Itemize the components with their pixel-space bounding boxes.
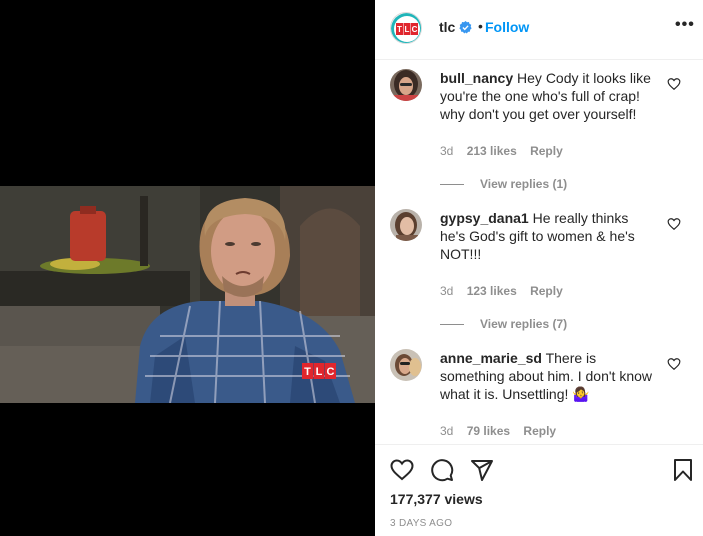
comment-body: anne_marie_sd There is something about h… <box>440 349 655 403</box>
view-replies-button[interactable]: View replies (7) <box>440 317 567 331</box>
svg-text:L: L <box>316 366 323 378</box>
comment-age: 3d <box>440 144 454 158</box>
comment-username[interactable]: bull_nancy <box>440 70 513 86</box>
comment-username[interactable]: gypsy_dana1 <box>440 210 529 226</box>
svg-text:C: C <box>412 25 418 34</box>
share-icon[interactable] <box>470 458 494 482</box>
post-media-area: T L C <box>0 0 375 536</box>
view-replies-button[interactable]: View replies (1) <box>440 177 567 191</box>
view-replies-label: View replies (1) <box>480 177 568 191</box>
comment-body: gypsy_dana1 He really thinks he's God's … <box>440 209 655 263</box>
comment-username[interactable]: anne_marie_sd <box>440 350 542 366</box>
view-replies-label: View replies (7) <box>480 317 568 331</box>
reply-button[interactable]: Reply <box>530 284 563 298</box>
avatar-photo <box>390 69 422 101</box>
svg-text:T: T <box>397 25 402 34</box>
svg-text:L: L <box>405 25 410 34</box>
comment-age: 3d <box>440 284 454 298</box>
heart-icon[interactable] <box>667 77 681 91</box>
post-header: T L C tlc • Follow ••• <box>375 0 703 60</box>
svg-text:C: C <box>327 366 335 378</box>
comment-meta: 3d 79 likes Reply <box>440 424 566 438</box>
account-avatar[interactable]: T L C <box>390 12 422 44</box>
comments-list[interactable]: bull_nancy Hey Cody it looks like you're… <box>375 61 703 444</box>
heart-icon[interactable] <box>390 458 414 482</box>
commenter-avatar[interactable] <box>390 69 422 101</box>
follow-button[interactable]: Follow <box>485 19 529 35</box>
reply-button[interactable]: Reply <box>523 424 556 438</box>
post-side-panel: T L C tlc • Follow ••• bull_nancy Hey Co… <box>375 0 703 536</box>
avatar-photo <box>390 209 422 241</box>
svg-text:T: T <box>304 366 311 378</box>
comment-likes[interactable]: 213 likes <box>467 144 517 158</box>
tlc-logo-icon: T L C <box>391 13 421 43</box>
comment-likes[interactable]: 79 likes <box>467 424 510 438</box>
commenter-avatar[interactable] <box>390 349 422 381</box>
comment-icon[interactable] <box>430 458 454 482</box>
view-count[interactable]: 177,377 views <box>390 491 483 507</box>
account-username[interactable]: tlc <box>439 19 455 35</box>
comment-meta: 3d 123 likes Reply <box>440 284 573 298</box>
heart-icon[interactable] <box>667 217 681 231</box>
reply-button[interactable]: Reply <box>530 144 563 158</box>
comment-likes[interactable]: 123 likes <box>467 284 517 298</box>
tlc-logo-overlay: T L C <box>302 363 336 379</box>
comment-body: bull_nancy Hey Cody it looks like you're… <box>440 69 655 123</box>
heart-icon[interactable] <box>667 357 681 371</box>
bookmark-icon[interactable] <box>671 458 695 482</box>
post-video[interactable]: T L C <box>0 186 375 403</box>
more-options-icon[interactable]: ••• <box>675 16 695 34</box>
comment-meta: 3d 213 likes Reply <box>440 144 573 158</box>
avatar-photo <box>390 349 422 381</box>
verified-badge-icon <box>459 21 472 34</box>
post-date[interactable]: 3 DAYS AGO <box>390 518 452 529</box>
replies-divider-line <box>440 324 464 326</box>
header-separator: • <box>478 18 483 34</box>
comment-age: 3d <box>440 424 454 438</box>
post-actions-bar: 177,377 views 3 DAYS AGO <box>375 444 703 536</box>
commenter-avatar[interactable] <box>390 209 422 241</box>
replies-divider-line <box>440 184 464 186</box>
